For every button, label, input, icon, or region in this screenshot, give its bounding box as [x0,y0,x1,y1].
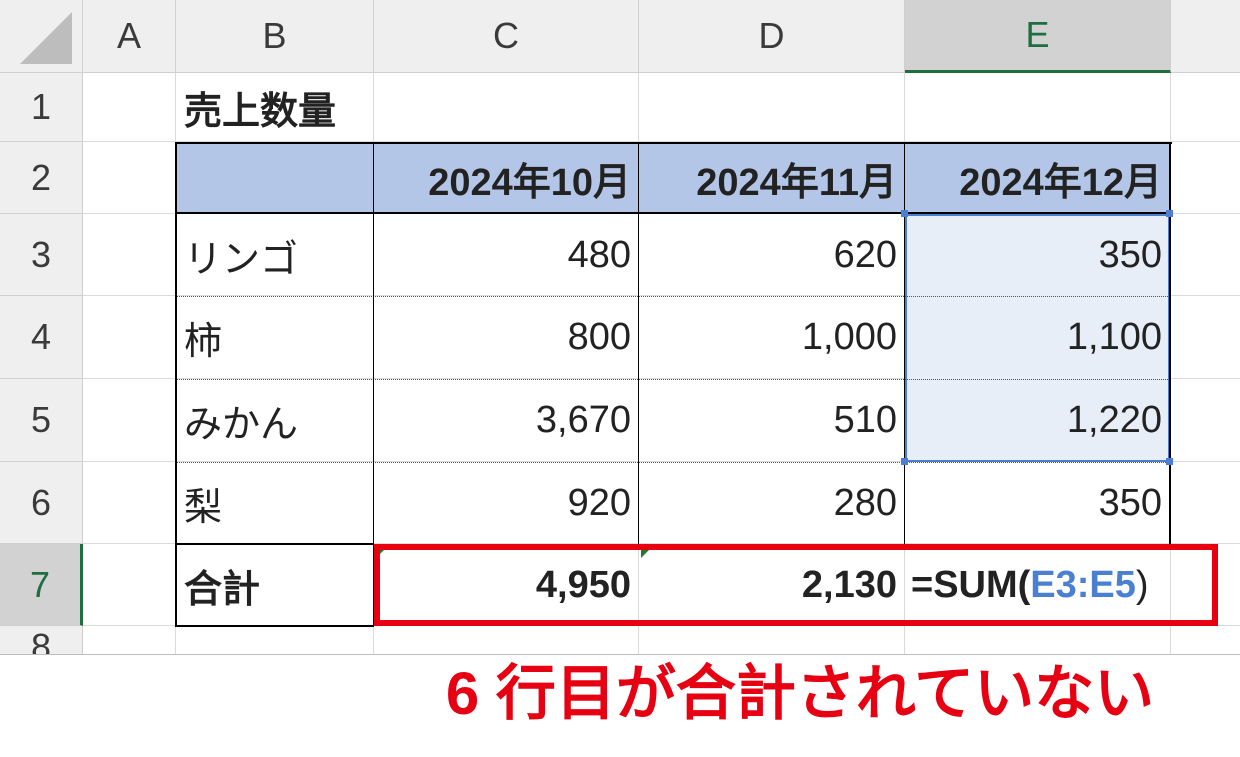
row-header-2[interactable]: 2 [0,142,83,214]
cell-e5[interactable]: 1,220 [905,379,1170,462]
item-label-persimmon[interactable]: 柿 [176,296,374,379]
row-header-7[interactable]: 7 [0,544,83,626]
column-header-c[interactable]: C [374,0,639,73]
annotation-highlight-box [374,544,1218,626]
cell-d4[interactable]: 1,000 [639,296,905,379]
cell-e6[interactable]: 350 [905,462,1170,544]
column-header-d[interactable]: D [639,0,905,73]
item-label-apple[interactable]: リンゴ [176,214,374,296]
cell-d6[interactable]: 280 [639,462,905,544]
select-all-corner[interactable] [0,0,83,73]
cell-c3[interactable]: 480 [374,214,639,296]
header-cell-d2[interactable]: 2024年11月 [639,142,905,214]
row-header-6[interactable]: 6 [0,462,83,544]
cell-d3[interactable]: 620 [639,214,905,296]
item-label-mandarin[interactable]: みかん [176,379,374,462]
row-header-1[interactable]: 1 [0,73,83,142]
row-header-3[interactable]: 3 [0,214,83,296]
row-header-4[interactable]: 4 [0,296,83,379]
column-header-a[interactable]: A [83,0,176,73]
total-label[interactable]: 合計 [176,544,374,626]
cell-c6[interactable]: 920 [374,462,639,544]
item-label-pear[interactable]: 梨 [176,462,374,544]
column-header-e[interactable]: E [905,0,1171,73]
column-header-f-partial[interactable] [1171,0,1240,73]
select-all-triangle-icon [20,12,72,64]
header-cell-b2[interactable] [176,142,374,214]
annotation-text: 6 行目が合計されていない [445,659,1155,727]
cell-e4[interactable]: 1,100 [905,296,1170,379]
cell-e3[interactable]: 350 [905,214,1170,296]
header-cell-c2[interactable]: 2024年10月 [374,142,639,214]
cell-c4[interactable]: 800 [374,296,639,379]
sheet-title-cell[interactable]: 売上数量 [176,73,476,142]
row-header-8[interactable]: 8 [0,626,83,655]
header-cell-e2[interactable]: 2024年12月 [905,142,1170,214]
row-header-5[interactable]: 5 [0,379,83,462]
cell-d5[interactable]: 510 [639,379,905,462]
column-header-b[interactable]: B [176,0,374,73]
cell-c5[interactable]: 3,670 [374,379,639,462]
